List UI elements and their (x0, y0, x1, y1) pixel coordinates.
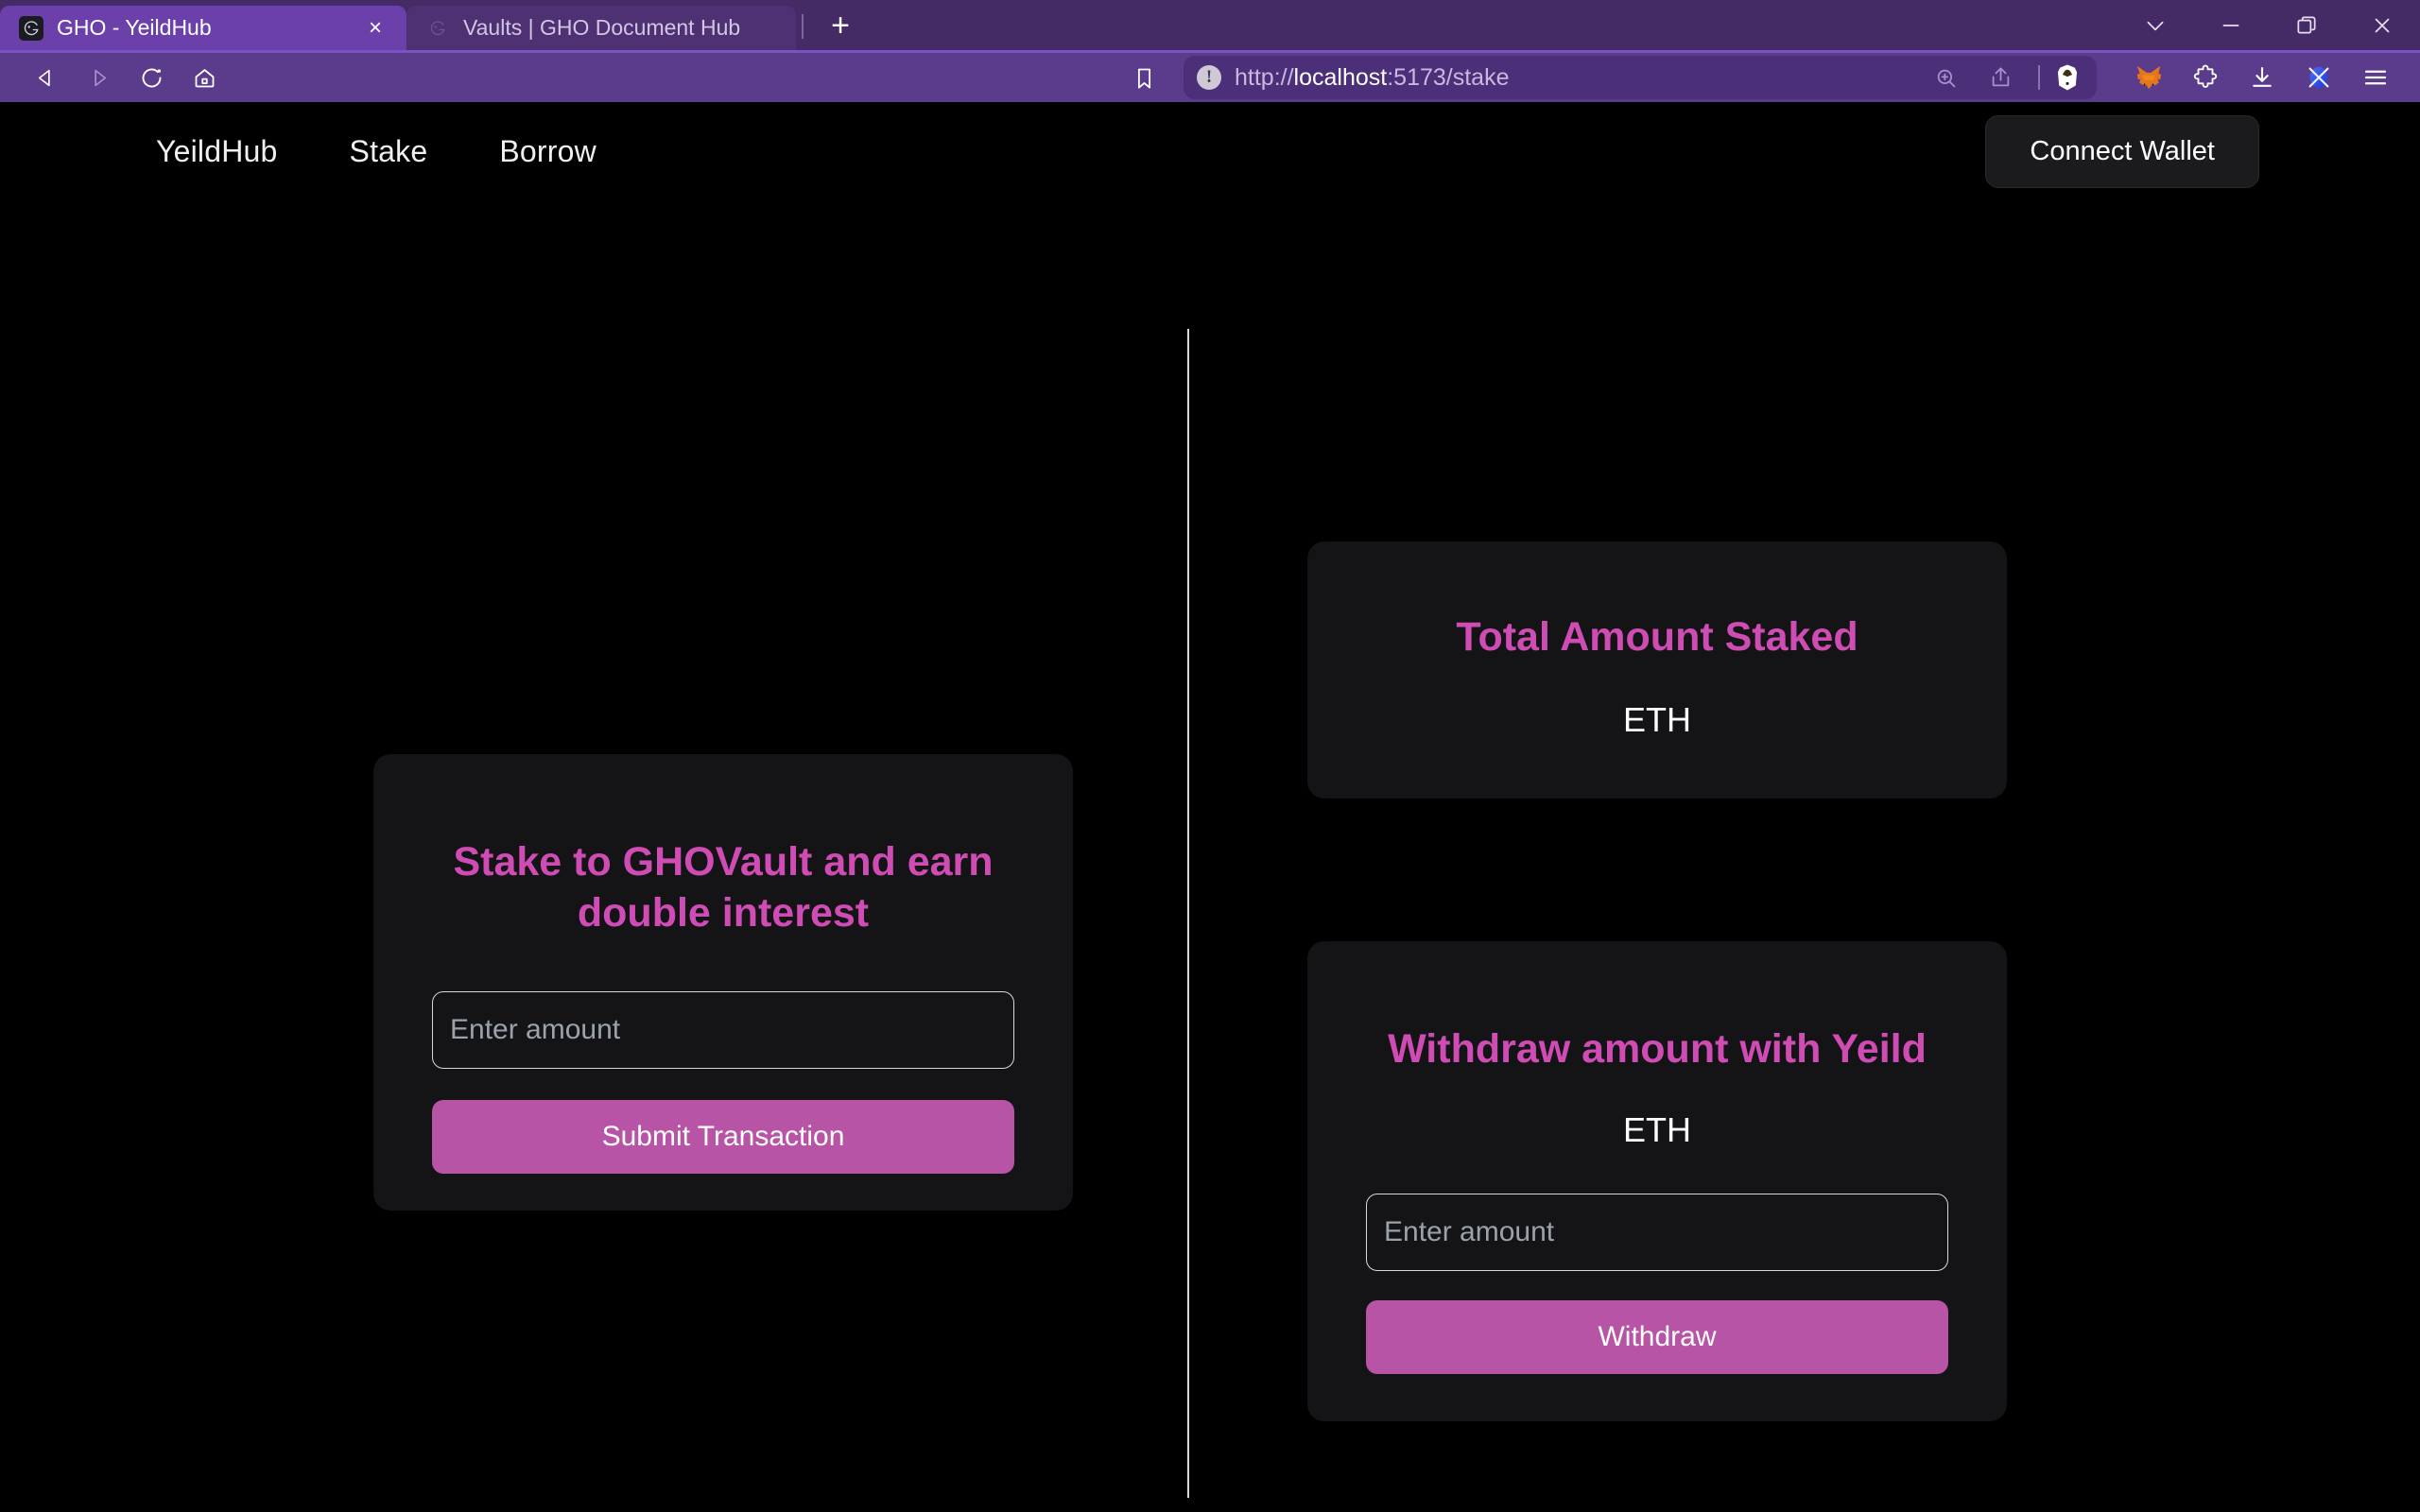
home-icon[interactable] (178, 56, 231, 99)
total-staked-heading: Total Amount Staked (1456, 614, 1858, 660)
new-tab-button[interactable]: + (819, 4, 862, 47)
restore-icon[interactable] (2269, 0, 2344, 50)
tab-title: GHO - YeildHub (57, 15, 212, 40)
close-icon[interactable] (2344, 0, 2420, 50)
brave-shields-lion-icon[interactable] (2051, 61, 2083, 94)
withdraw-card-heading: Withdraw amount with Yeild (1388, 1026, 1927, 1072)
toolbar-separator (2038, 65, 2040, 90)
share-icon[interactable] (1974, 56, 2027, 99)
gho-logo-icon (425, 16, 450, 41)
url-text: http://localhost:5173/stake (1235, 63, 1510, 91)
downloads-icon[interactable] (2237, 56, 2288, 99)
minimize-icon[interactable] (2193, 0, 2269, 50)
window-controls (2118, 0, 2420, 50)
bookmark-icon[interactable] (1117, 56, 1170, 99)
browser-tab-inactive[interactable]: Vaults | GHO Document Hub (406, 6, 796, 50)
tab-title: Vaults | GHO Document Hub (463, 15, 741, 40)
tab-strip: GHO - YeildHub × Vaults | GHO Document H… (0, 0, 2420, 50)
browser-window: GHO - YeildHub × Vaults | GHO Document H… (0, 0, 2420, 1512)
withdraw-card: Withdraw amount with Yeild ETH Enter amo… (1307, 941, 2007, 1421)
reload-icon[interactable] (125, 56, 178, 99)
tab-separator (802, 14, 804, 39)
total-staked-value: ETH (1623, 700, 1691, 739)
forward-icon[interactable] (72, 56, 125, 99)
site-info-icon[interactable]: ! (1197, 65, 1221, 90)
withdraw-amount-input[interactable]: Enter amount (1366, 1194, 1948, 1271)
browser-tab-active[interactable]: GHO - YeildHub × (0, 6, 406, 50)
tab-search-chevron-icon[interactable] (2118, 0, 2193, 50)
url-actions (1919, 56, 2083, 99)
extensions-puzzle-icon[interactable] (2180, 56, 2231, 99)
close-icon[interactable]: × (361, 14, 389, 43)
zoom-in-icon[interactable] (1919, 56, 1972, 99)
withdraw-button[interactable]: Withdraw (1366, 1300, 1948, 1374)
back-icon[interactable] (19, 56, 72, 99)
withdraw-available-value: ETH (1623, 1110, 1691, 1149)
extension-icons (2123, 56, 2401, 99)
page-content: Stake to GHOVault and earn double intere… (0, 102, 2420, 1512)
metamask-fox-icon[interactable] (2123, 56, 2174, 99)
stake-card: Stake to GHOVault and earn double intere… (373, 754, 1073, 1211)
vertical-divider (1187, 329, 1189, 1498)
page-viewport: YeildHub Stake Borrow Connect Wallet Sta… (0, 102, 2420, 1512)
stake-amount-input[interactable]: Enter amount (432, 990, 1014, 1069)
url-bar[interactable]: ! http://localhost:5173/stake (1184, 56, 2097, 99)
total-staked-card: Total Amount Staked ETH (1307, 541, 2007, 799)
browser-toolbar: ! http://localhost:5173/stake (0, 50, 2420, 102)
gho-logo-icon (19, 15, 43, 41)
brave-wallet-icon[interactable] (2293, 56, 2344, 99)
browser-menu-icon[interactable] (2350, 56, 2401, 99)
submit-transaction-button[interactable]: Submit Transaction (432, 1099, 1014, 1174)
stake-card-heading: Stake to GHOVault and earn double intere… (453, 839, 994, 936)
